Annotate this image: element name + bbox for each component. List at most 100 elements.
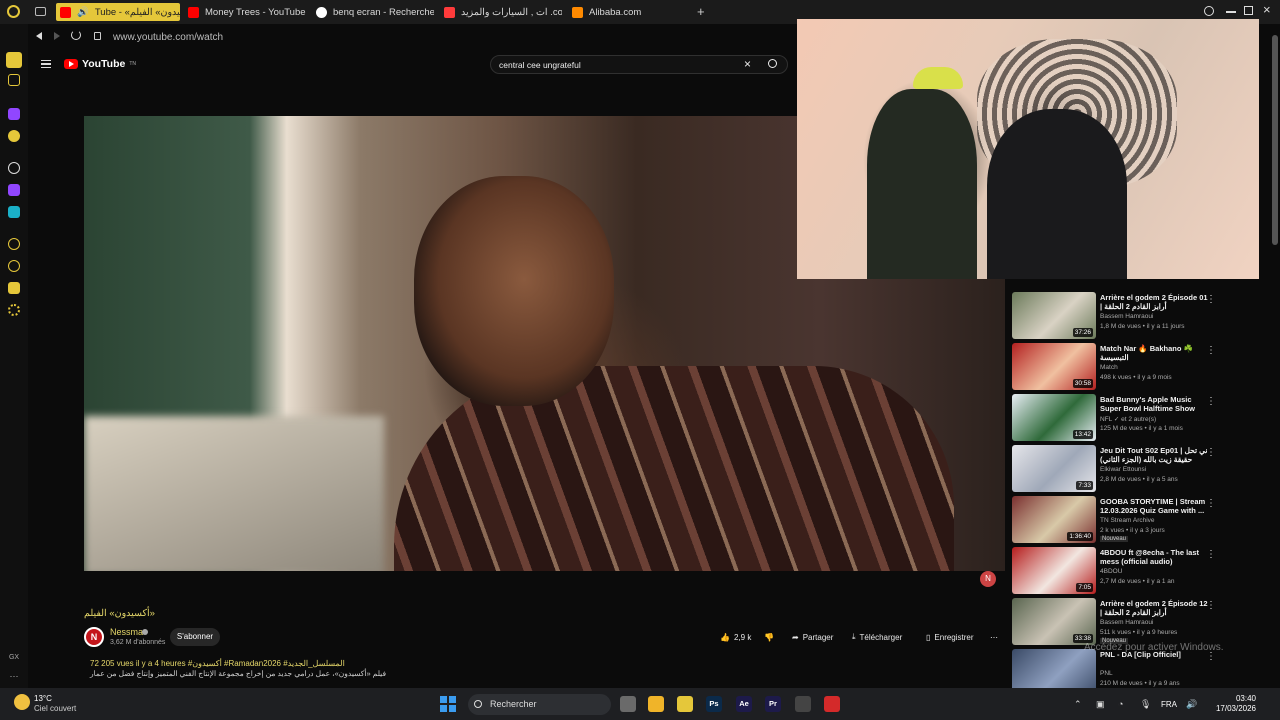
extensions-icon[interactable] xyxy=(8,282,20,294)
after-effects-icon[interactable]: Ae xyxy=(736,696,752,712)
video-thumbnail[interactable]: 1:36:40 xyxy=(1012,496,1096,543)
video-thumbnail[interactable]: 7:33 xyxy=(1012,445,1096,492)
video-thumbnail[interactable]: 7:05 xyxy=(1012,547,1096,594)
settings-icon[interactable] xyxy=(8,304,20,316)
subscribe-button[interactable]: S'abonner xyxy=(170,628,220,646)
weather-temperature[interactable]: 13°C xyxy=(34,694,52,703)
recommendation-channel[interactable]: Elkiwar Ettounsi xyxy=(1100,466,1146,473)
recommendation-item[interactable]: 37:26 Arrière el godem 2 Épisode 01 | أرا… xyxy=(1012,292,1262,342)
search-icon[interactable] xyxy=(1204,6,1214,16)
clock-time[interactable]: 03:40 xyxy=(1212,694,1256,703)
tab-overview-icon[interactable] xyxy=(35,7,46,16)
file-explorer-icon[interactable] xyxy=(648,696,664,712)
clear-search-icon[interactable]: × xyxy=(744,57,751,71)
task-view-icon[interactable] xyxy=(620,696,636,712)
youtube-logo[interactable]: YouTube TN xyxy=(64,58,136,70)
more-icon[interactable]: ⋯ xyxy=(8,670,20,682)
recommendation-channel[interactable]: NFL ✓ et 2 autre(s) xyxy=(1100,415,1156,423)
more-options-icon[interactable]: ⋮ xyxy=(1206,294,1216,305)
browser-logo-icon[interactable] xyxy=(7,5,20,18)
tab-alibaba[interactable]: Alibaba.com xyxy=(572,3,690,21)
channel-avatar[interactable]: N xyxy=(84,627,104,647)
recommendation-channel[interactable]: TN Stream Archive xyxy=(1100,517,1155,524)
maximize-icon[interactable] xyxy=(1244,6,1253,15)
premiere-icon[interactable]: Pr xyxy=(765,696,781,712)
tab-cars-site[interactable]: ات , السيارات والمزيد .com xyxy=(444,3,562,21)
recommendation-title[interactable]: GOOBA STORYTIME | Stream 12.03.2026 Quiz… xyxy=(1100,497,1208,515)
twitch-purple-icon[interactable] xyxy=(8,184,20,196)
video-thumbnail[interactable]: 13:42 xyxy=(1012,394,1096,441)
start-button[interactable] xyxy=(440,696,456,712)
back-icon[interactable] xyxy=(36,32,42,40)
microphone-icon[interactable]: 🎙 xyxy=(1140,699,1151,710)
tab-active-video[interactable]: 🔊 Tube - «أكسيدون» الفيلم xyxy=(56,3,180,21)
recommendation-title[interactable]: Arrière el godem 2 Épisode 12 | أرابز ال… xyxy=(1100,599,1208,617)
taskbar-search[interactable]: Rechercher xyxy=(468,694,611,715)
recommendation-item[interactable]: 33:38 Arrière el godem 2 Épisode 12 | أرا… xyxy=(1012,598,1262,648)
scrollbar[interactable] xyxy=(1272,35,1278,245)
history-icon[interactable] xyxy=(8,260,20,272)
recommendation-title[interactable]: Arrière el godem 2 Épisode 01 | أرابز ال… xyxy=(1100,293,1208,311)
recommendation-item[interactable]: PNL - DA [Clip Officiel] PNL 210 M de vues… xyxy=(1012,649,1262,688)
recommendation-title[interactable]: Match Nar 🔥 Bakhano ☘️ التبسيسة xyxy=(1100,344,1208,362)
recommendation-title[interactable]: Bad Bunny's Apple Music Super Bowl Halft… xyxy=(1100,395,1208,413)
recommendation-item[interactable]: 7:05 4BDOU ft @8echa - The last mess (off… xyxy=(1012,547,1262,597)
recommendation-channel[interactable]: 4BDOU xyxy=(1100,568,1122,575)
recommendation-channel[interactable]: PNL xyxy=(1100,670,1113,677)
close-icon[interactable]: × xyxy=(1263,2,1271,17)
app-teal-icon[interactable] xyxy=(8,206,20,218)
video-thumbnail[interactable] xyxy=(1012,649,1096,688)
channel-watermark-icon[interactable]: N xyxy=(980,571,996,587)
tab-benq-search[interactable]: benq ecran - Recherche G xyxy=(316,3,434,21)
input-language[interactable]: FRA xyxy=(1161,700,1177,709)
recommendation-item[interactable]: 13:42 Bad Bunny's Apple Music Super Bowl … xyxy=(1012,394,1262,444)
messenger-icon[interactable] xyxy=(8,130,20,142)
share-button[interactable]: ➦ Partager xyxy=(792,629,833,645)
home-icon[interactable] xyxy=(6,52,22,68)
wps-icon[interactable] xyxy=(824,696,840,712)
music-icon[interactable] xyxy=(8,238,20,250)
photoshop-icon[interactable]: Ps xyxy=(706,696,722,712)
recommendation-title[interactable]: Jeu Dit Tout S02 Ep01 | ني تحل حقيقة زيت… xyxy=(1100,446,1208,464)
app-icon[interactable] xyxy=(795,696,811,712)
more-options-icon[interactable]: ⋮ xyxy=(1206,396,1216,407)
video-thumbnail[interactable]: 37:26 xyxy=(1012,292,1096,339)
video-thumbnail[interactable]: 30:58 xyxy=(1012,343,1096,390)
url-field[interactable]: www.youtube.com/watch xyxy=(113,32,223,43)
twitch-icon[interactable] xyxy=(8,108,20,120)
clock-date[interactable]: 17/03/2026 xyxy=(1212,704,1256,713)
recommendation-item[interactable]: 1:36:40 GOOBA STORYTIME | Stream 12.03.20… xyxy=(1012,496,1262,546)
more-options-icon[interactable]: ⋮ xyxy=(1206,600,1216,611)
forward-icon[interactable] xyxy=(54,32,60,40)
chatgpt-icon[interactable] xyxy=(8,162,20,174)
network-icon[interactable]: ◔ xyxy=(1118,699,1123,709)
tray-chevron-icon[interactable]: ⌃ xyxy=(1074,699,1082,710)
download-button[interactable]: ⤓ Télécharger xyxy=(852,629,902,645)
recommendation-item[interactable]: 30:58 Match Nar 🔥 Bakhano ☘️ التبسيسة Matc… xyxy=(1012,343,1262,393)
more-options-icon[interactable]: ⋮ xyxy=(1206,447,1216,458)
like-button[interactable]: 👍 2,9 k xyxy=(720,629,751,645)
recommendation-item[interactable]: 7:33 Jeu Dit Tout S02 Ep01 | ني تحل حقيقة… xyxy=(1012,445,1262,495)
more-options-icon[interactable]: ⋮ xyxy=(1206,549,1216,560)
recommendation-channel[interactable]: Bassem Hamraoui xyxy=(1100,313,1153,320)
dislike-button[interactable]: 👎 xyxy=(764,629,774,645)
save-button[interactable]: ▯ Enregistrer xyxy=(926,629,974,645)
gamepad-icon[interactable] xyxy=(8,74,20,86)
video-thumbnail[interactable]: 33:38 xyxy=(1012,598,1096,645)
recommendation-title[interactable]: 4BDOU ft @8echa - The last mess (officia… xyxy=(1100,548,1208,566)
description-stats[interactable]: 72 205 vues il y a 4 heures #أكسيدون #Ra… xyxy=(90,659,345,668)
recommendation-channel[interactable]: Bassem Hamraoui xyxy=(1100,619,1153,626)
search-button-icon[interactable] xyxy=(768,59,777,68)
recommendation-channel[interactable]: Match xyxy=(1100,364,1118,371)
gx-icon[interactable]: GX xyxy=(8,652,20,664)
minimize-icon[interactable] xyxy=(1226,11,1236,13)
opera-gx-icon[interactable] xyxy=(677,696,693,712)
new-tab-button[interactable]: + xyxy=(697,4,705,19)
more-options-icon[interactable]: ⋮ xyxy=(1206,498,1216,509)
reload-icon[interactable] xyxy=(71,30,81,40)
volume-icon[interactable]: 🔊 xyxy=(1186,699,1197,710)
weather-condition[interactable]: Ciel couvert xyxy=(34,704,76,713)
description-text[interactable]: فيلم «أكسيدون»، عمل درامي جديد من إخراج … xyxy=(90,669,386,678)
tray-app-icon[interactable]: ▣ xyxy=(1096,699,1105,710)
channel-name[interactable]: Nessma xyxy=(110,627,143,637)
